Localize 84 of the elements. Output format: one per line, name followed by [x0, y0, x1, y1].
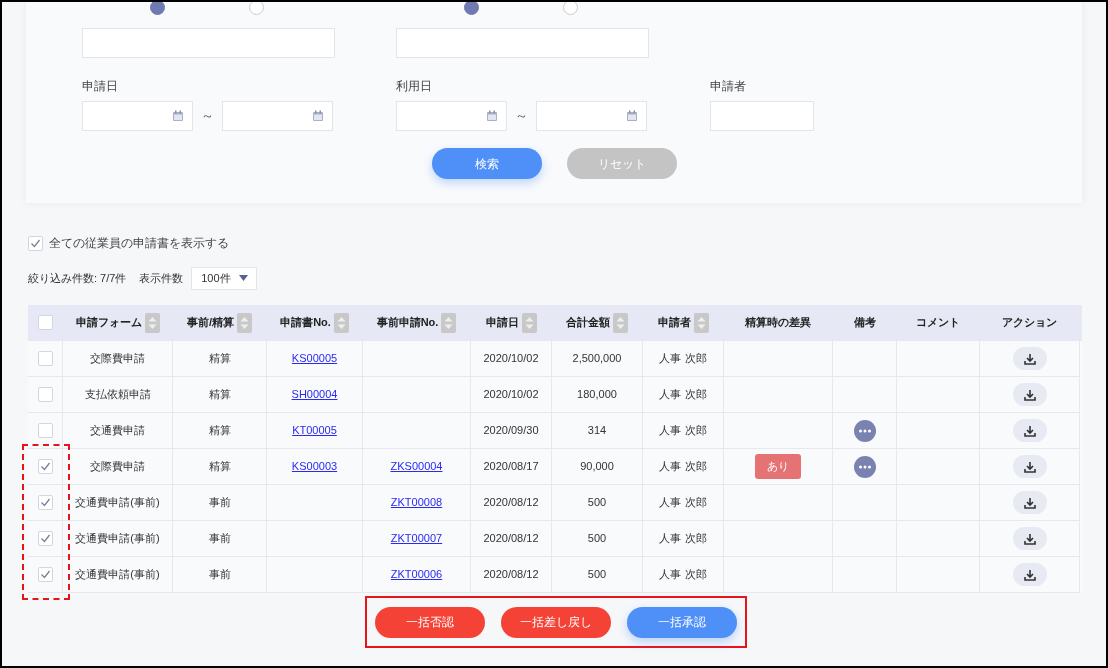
- bulk-action-button[interactable]: 一括差し戻し: [501, 606, 611, 638]
- row-checkbox[interactable]: [37, 531, 53, 546]
- range-separator: ～: [201, 107, 214, 126]
- column-header: コメント: [916, 315, 960, 331]
- download-icon: [1023, 388, 1036, 401]
- bulk-action-button[interactable]: 一括否認: [375, 606, 485, 638]
- download-button[interactable]: [1012, 455, 1047, 478]
- field-label: 利用日: [396, 78, 433, 93]
- table-cell: 交通費申請(事前): [63, 557, 173, 593]
- row-checkbox[interactable]: [37, 459, 53, 474]
- date-field[interactable]: [222, 101, 333, 131]
- sort-icon[interactable]: [333, 312, 349, 333]
- field-label: 申請日: [82, 78, 119, 93]
- column-header: 精算時の差異: [745, 315, 811, 331]
- sort-icon[interactable]: [237, 312, 253, 333]
- radio-button[interactable]: [150, 2, 165, 15]
- number-field[interactable]: [396, 28, 649, 58]
- download-button[interactable]: [1012, 563, 1047, 586]
- select-all-checkbox[interactable]: [37, 315, 53, 330]
- calendar-icon: [172, 110, 184, 122]
- calendar-icon: [626, 110, 638, 122]
- number-field[interactable]: [82, 28, 335, 58]
- download-button[interactable]: [1012, 491, 1047, 514]
- download-button[interactable]: [1012, 347, 1047, 370]
- download-icon: [1023, 460, 1036, 473]
- more-icon[interactable]: [853, 455, 876, 478]
- column-header: 事前申請No.: [376, 315, 439, 331]
- radio-button[interactable]: [249, 2, 264, 15]
- field-label: 申請者: [710, 78, 747, 93]
- table-cell: 事前: [173, 557, 267, 593]
- document-link[interactable]: KS00003: [291, 458, 338, 475]
- page-size-label: 表示件数: [139, 270, 184, 286]
- radio-button[interactable]: [464, 2, 479, 15]
- download-button[interactable]: [1012, 383, 1047, 406]
- table-cell: 人事 次郎: [643, 557, 724, 593]
- filter-count: 絞り込み件数: 7/7件: [28, 270, 127, 286]
- sort-icon[interactable]: [441, 312, 457, 333]
- difference-tag: あり: [755, 454, 801, 479]
- column-header: 申請フォーム: [75, 315, 142, 331]
- sort-icon[interactable]: [144, 312, 160, 333]
- download-icon: [1023, 352, 1036, 365]
- row-checkbox[interactable]: [37, 495, 53, 510]
- download-icon: [1023, 496, 1036, 509]
- date-field[interactable]: [396, 101, 507, 131]
- document-link[interactable]: ZKT00006: [390, 566, 443, 583]
- more-icon[interactable]: [853, 419, 876, 442]
- row-checkbox[interactable]: [37, 567, 53, 582]
- calendar-icon: [312, 110, 324, 122]
- table-cell: 2020/08/12: [471, 557, 552, 593]
- column-header: 合計金額: [566, 315, 610, 331]
- document-link[interactable]: SH00004: [291, 386, 338, 403]
- date-field[interactable]: [82, 101, 193, 131]
- download-button[interactable]: [1012, 419, 1047, 442]
- column-header: 申請書No.: [280, 315, 331, 331]
- checkbox-label: 全ての従業員の申請書を表示する: [49, 235, 229, 252]
- sort-icon[interactable]: [521, 312, 537, 333]
- document-link[interactable]: KT00005: [292, 422, 337, 439]
- range-separator: ～: [515, 107, 528, 126]
- page-size-select[interactable]: 100件: [191, 266, 258, 290]
- table-cell: 500: [552, 557, 643, 593]
- document-link[interactable]: KS00005: [291, 350, 338, 367]
- column-header: 事前/精算: [186, 315, 235, 331]
- column-header: 備考: [853, 315, 876, 331]
- caret-icon: [238, 275, 248, 281]
- column-header: アクション: [1002, 315, 1057, 331]
- date-field[interactable]: [536, 101, 647, 131]
- download-icon: [1023, 532, 1036, 545]
- calendar-icon: [486, 110, 498, 122]
- sort-icon[interactable]: [613, 312, 628, 333]
- document-link[interactable]: ZKT00007: [390, 530, 443, 547]
- sort-icon[interactable]: [693, 312, 709, 333]
- column-header: 申請日: [485, 315, 519, 331]
- row-checkbox[interactable]: [37, 387, 53, 402]
- column-header: 申請者: [657, 315, 691, 331]
- radio-button[interactable]: [563, 2, 578, 15]
- document-link[interactable]: ZKT00008: [390, 494, 443, 511]
- row-checkbox[interactable]: [37, 423, 53, 438]
- download-icon: [1023, 424, 1036, 437]
- download-icon: [1023, 568, 1036, 581]
- applicant-field[interactable]: [710, 101, 814, 131]
- document-link[interactable]: ZKS00004: [390, 458, 443, 475]
- checkbox[interactable]: [28, 235, 43, 251]
- row-checkbox[interactable]: [37, 351, 53, 366]
- download-button[interactable]: [1012, 527, 1047, 550]
